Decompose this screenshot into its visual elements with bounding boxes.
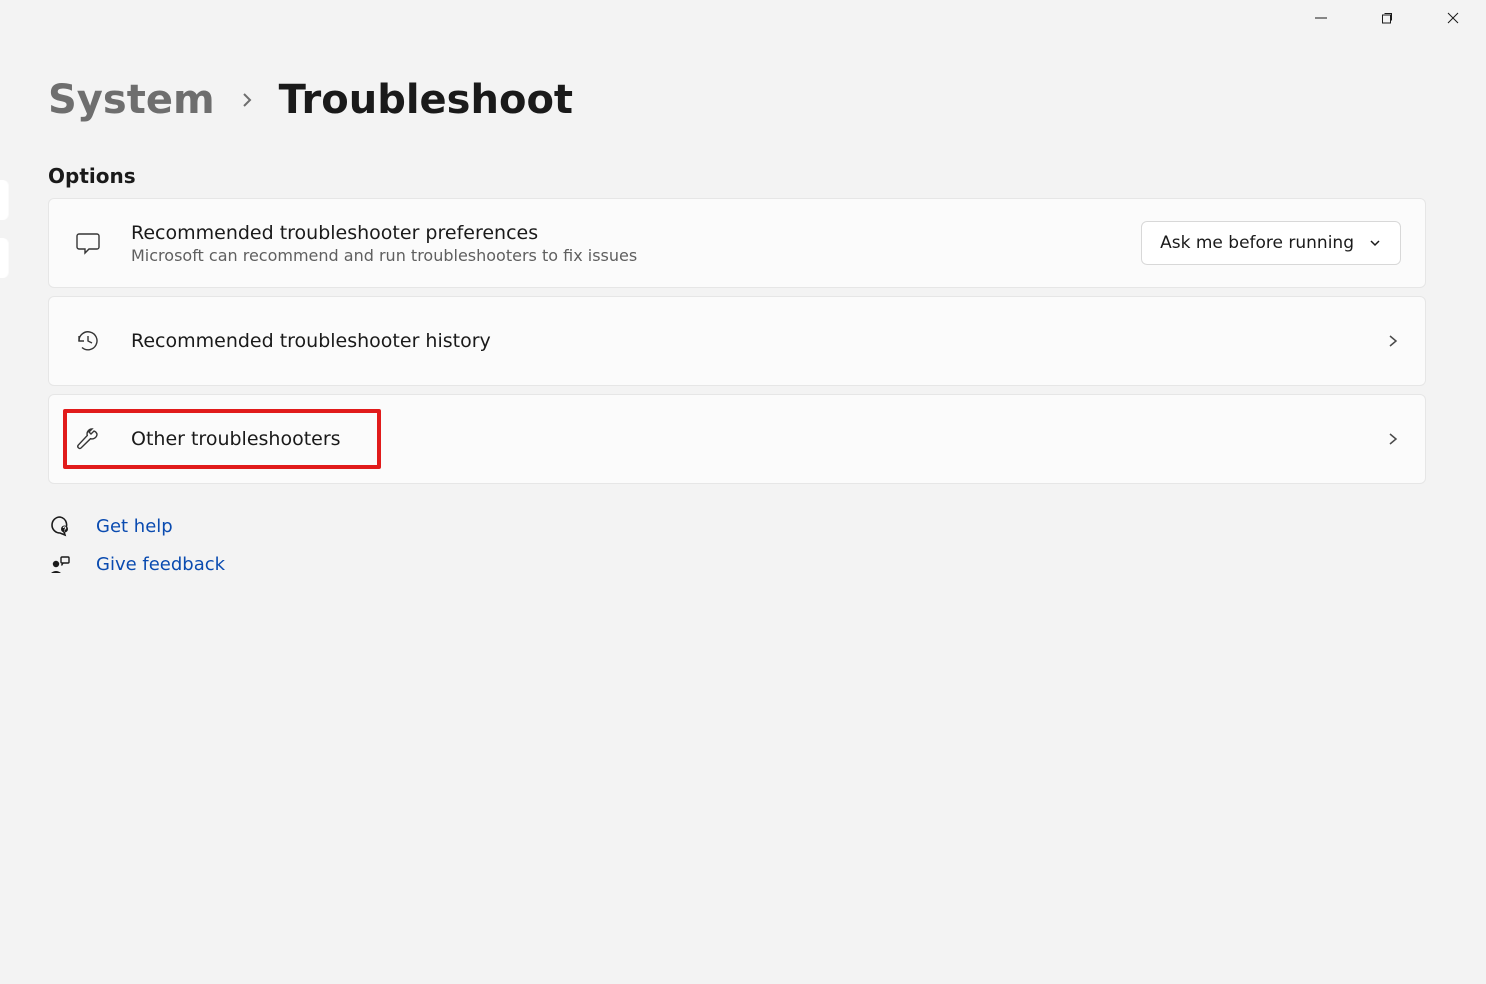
minimize-button[interactable] (1288, 0, 1354, 36)
give-feedback-link[interactable]: Give feedback (48, 552, 1426, 576)
chat-bubble-icon (73, 228, 103, 258)
card-text: Other troubleshooters (131, 428, 1357, 450)
dropdown-value: Ask me before running (1160, 233, 1354, 253)
link-text: Get help (96, 516, 173, 537)
preferences-dropdown[interactable]: Ask me before running (1141, 221, 1401, 265)
feedback-icon (48, 552, 72, 576)
card-title: Recommended troubleshooter preferences (131, 222, 1113, 244)
section-heading: Options (48, 164, 1426, 188)
page-title: Troubleshoot (279, 77, 573, 123)
history-icon (73, 326, 103, 356)
chevron-right-icon (1385, 333, 1401, 349)
close-icon (1446, 11, 1460, 25)
help-icon (48, 514, 72, 538)
close-button[interactable] (1420, 0, 1486, 36)
sidebar-item-peek (0, 238, 9, 278)
minimize-icon (1314, 11, 1328, 25)
maximize-button[interactable] (1354, 0, 1420, 36)
card-troubleshooter-history[interactable]: Recommended troubleshooter history (48, 296, 1426, 386)
card-title: Recommended troubleshooter history (131, 330, 1357, 352)
link-text: Give feedback (96, 554, 225, 575)
page-content: System Troubleshoot Options Recommended … (48, 70, 1426, 576)
card-text: Recommended troubleshooter preferences M… (131, 222, 1113, 265)
breadcrumb-parent[interactable]: System (48, 77, 215, 123)
maximize-icon (1380, 11, 1394, 25)
card-subtitle: Microsoft can recommend and run troubles… (131, 246, 1113, 265)
sidebar-item-peek (0, 180, 9, 220)
chevron-right-icon (237, 90, 257, 110)
window-caption (1288, 0, 1486, 36)
sidebar-peek (0, 180, 10, 296)
card-text: Recommended troubleshooter history (131, 330, 1357, 352)
chevron-down-icon (1368, 236, 1382, 250)
card-other-troubleshooters[interactable]: Other troubleshooters (48, 394, 1426, 484)
card-troubleshooter-preferences: Recommended troubleshooter preferences M… (48, 198, 1426, 288)
card-title: Other troubleshooters (131, 428, 1357, 450)
chevron-right-icon (1385, 431, 1401, 447)
breadcrumb: System Troubleshoot (48, 70, 1426, 130)
wrench-icon (73, 424, 103, 454)
get-help-link[interactable]: Get help (48, 514, 1426, 538)
support-links: Get help Give feedback (48, 514, 1426, 576)
